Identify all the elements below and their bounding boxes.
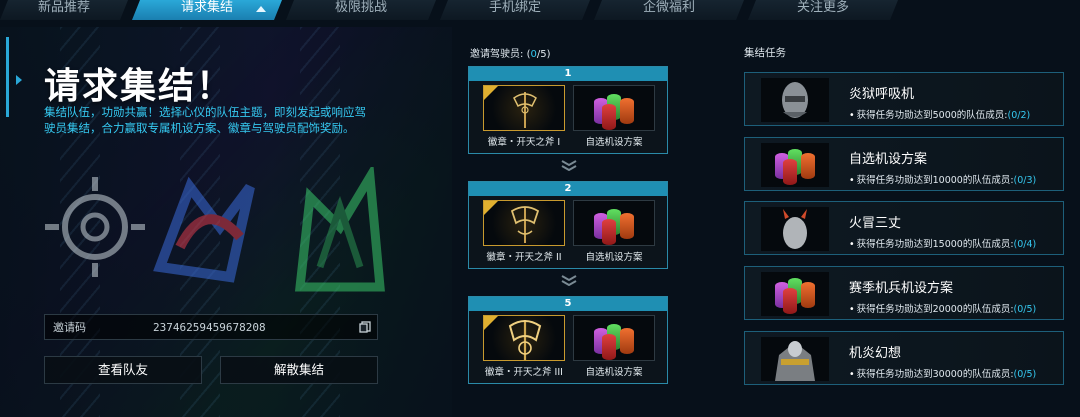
horned-head-icon <box>761 207 829 251</box>
task-requirement-text: 获得任务功勋达到30000的队伍成员: <box>856 369 1014 380</box>
task-item[interactable]: 赛季机兵机设方案 • 获得任务功勋达到20000的队伍成员:(0/5) <box>744 266 1064 320</box>
design-reward-name: 自选机设方案 <box>585 137 643 148</box>
design-reward[interactable]: 自选机设方案 <box>573 200 655 264</box>
top-tab-bar: 新品推荐 请求集结 极限挑战 手机绑定 企微福利 关注更多 <box>0 0 1080 20</box>
reward-tier-1: 1 徽章・开天之斧 I 自选机设方案 <box>468 66 668 154</box>
chevron-down-icon <box>561 160 577 171</box>
axe-badge-icon <box>483 315 565 361</box>
invite-pilots-header: 邀请驾驶员: (0/5) <box>470 45 550 60</box>
tab-follow-more[interactable]: 关注更多 <box>748 0 898 20</box>
task-requirement-text: 获得任务功勋达到5000的队伍成员: <box>856 110 1008 121</box>
reward-tier-level: 2 <box>469 182 667 196</box>
design-reward[interactable]: 自选机设方案 <box>573 85 655 149</box>
paint-cans-icon <box>573 315 655 361</box>
page-title: 请求集结！ <box>44 66 235 107</box>
invite-code-field: 邀请码 23746259459678208 <box>44 314 378 340</box>
task-requirement: • 获得任务功勋达到30000的队伍成员:(0/5) <box>849 366 1036 380</box>
dragon-emblem-icon <box>294 167 385 292</box>
design-reward-name: 自选机设方案 <box>585 252 643 263</box>
task-requirement: • 获得任务功勋达到20000的队伍成员:(0/5) <box>849 301 1036 315</box>
design-reward-name: 自选机设方案 <box>585 367 643 378</box>
paint-cans-icon <box>761 272 829 316</box>
tab-request-rally[interactable]: 请求集结 <box>132 0 282 20</box>
mask-icon <box>761 78 829 122</box>
sun-emblem-icon <box>45 177 145 277</box>
badge-reward-name: 徽章・开天之斧 III <box>485 367 563 378</box>
badge-reward-name: 徽章・开天之斧 II <box>486 252 562 263</box>
badge-reward[interactable]: 徽章・开天之斧 II <box>483 200 565 264</box>
task-requirement-text: 获得任务功勋达到20000的队伍成员: <box>856 304 1014 315</box>
task-requirement: • 获得任务功勋达到10000的队伍成员:(0/3) <box>849 172 1036 186</box>
invite-pilots-total: /5) <box>536 49 551 60</box>
copy-icon[interactable] <box>353 321 377 333</box>
task-item[interactable]: 机炎幻想 • 获得任务功勋达到30000的队伍成员:(0/5) <box>744 331 1064 385</box>
tab-wecom-benefits[interactable]: 企微福利 <box>594 0 744 20</box>
badge-reward[interactable]: 徽章・开天之斧 III <box>483 315 565 379</box>
task-item[interactable]: 自选机设方案 • 获得任务功勋达到10000的队伍成员:(0/3) <box>744 137 1064 191</box>
tab-new-products[interactable]: 新品推荐 <box>0 0 128 20</box>
task-reward-name: 赛季机兵机设方案 <box>849 281 954 296</box>
task-item[interactable]: 火冒三丈 • 获得任务功勋达到15000的队伍成员:(0/4) <box>744 201 1064 255</box>
design-reward[interactable]: 自选机设方案 <box>573 315 655 379</box>
task-reward-name: 火冒三丈 <box>849 216 902 231</box>
task-requirement-text: 获得任务功勋达到15000的队伍成员: <box>856 239 1014 250</box>
tribal-emblem-icon <box>153 176 255 283</box>
task-reward-name: 机炎幻想 <box>849 346 902 361</box>
task-requirement: • 获得任务功勋达到15000的队伍成员:(0/4) <box>849 236 1036 250</box>
paint-cans-icon <box>573 85 655 131</box>
tab-extreme-challenge[interactable]: 极限挑战 <box>286 0 436 20</box>
invite-code-value: 23746259459678208 <box>153 320 266 334</box>
badge-reward-name: 徽章・开天之斧 I <box>487 137 561 148</box>
rally-tasks-header: 集结任务 <box>744 47 786 59</box>
bullet-icon: • <box>849 369 855 380</box>
panel-edge-accent <box>6 37 9 117</box>
task-requirement: • 获得任务功勋达到5000的队伍成员:(0/2) <box>849 107 1030 121</box>
bullet-icon: • <box>849 239 855 250</box>
view-teammates-button[interactable]: 查看队友 <box>44 356 202 384</box>
bullet-icon: • <box>849 110 855 121</box>
reward-tier-2: 2 徽章・开天之斧 II 自选机设方案 <box>468 181 668 269</box>
task-reward-name: 自选机设方案 <box>849 152 928 167</box>
badge-reward[interactable]: 徽章・开天之斧 I <box>483 85 565 149</box>
task-progress: (0/2) <box>1007 110 1031 121</box>
invite-code-label: 邀请码 <box>53 321 86 334</box>
reward-tier-level: 5 <box>469 297 667 311</box>
bullet-icon: • <box>849 304 855 315</box>
task-requirement-text: 获得任务功勋达到10000的队伍成员: <box>856 175 1014 186</box>
rally-info-panel: 请求集结！ 集结队伍，功勋共赢！选择心仪的队伍主题，即刻发起或响应驾 驶员集结，… <box>0 27 452 417</box>
task-reward-name: 炎狱呼吸机 <box>849 87 915 102</box>
armor-icon <box>761 337 829 381</box>
reward-tier-level: 1 <box>469 67 667 81</box>
rally-description: 集结队伍，功勋共赢！选择心仪的队伍主题，即刻发起或响应驾 驶员集结，合力赢取专属… <box>44 105 366 135</box>
axe-badge-icon <box>483 85 565 131</box>
bullet-icon: • <box>849 175 855 186</box>
task-progress: (0/3) <box>1013 175 1037 186</box>
paint-cans-icon <box>573 200 655 246</box>
reward-tier-5: 5 徽章・开天之斧 III 自选机设方案 <box>468 296 668 384</box>
task-progress: (0/4) <box>1013 239 1037 250</box>
task-progress: (0/5) <box>1013 369 1037 380</box>
chevron-down-icon <box>561 275 577 286</box>
tab-phone-binding[interactable]: 手机绑定 <box>440 0 590 20</box>
panel-edge-arrow-icon <box>16 75 22 85</box>
task-progress: (0/5) <box>1013 304 1037 315</box>
disband-rally-button[interactable]: 解散集结 <box>220 356 378 384</box>
paint-cans-icon <box>761 143 829 187</box>
axe-badge-icon <box>483 200 565 246</box>
task-item[interactable]: 炎狱呼吸机 • 获得任务功勋达到5000的队伍成员:(0/2) <box>744 72 1064 126</box>
invite-pilots-label: 邀请驾驶员: <box>470 49 524 60</box>
